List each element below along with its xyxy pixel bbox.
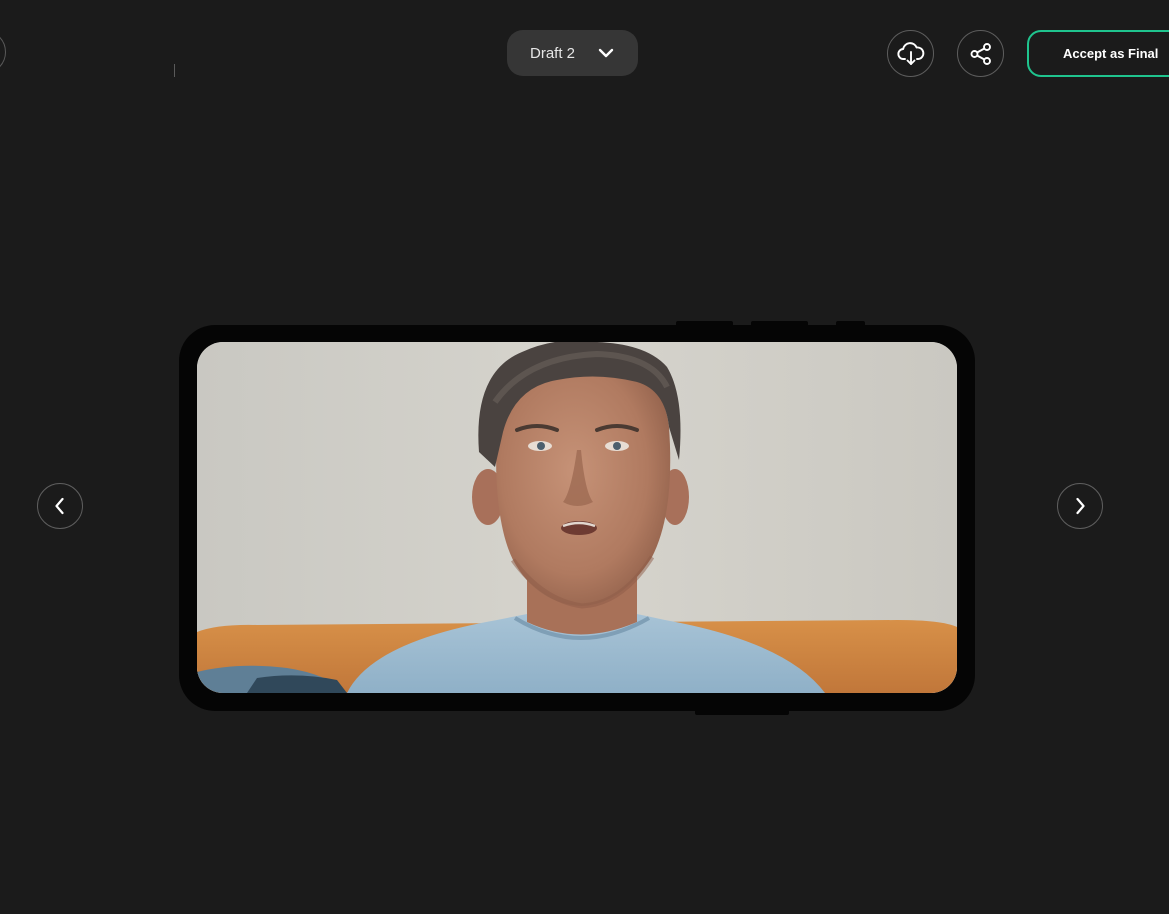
- video-frame-image: [197, 342, 957, 693]
- share-button[interactable]: [957, 30, 1004, 77]
- next-draft-button[interactable]: [1057, 483, 1103, 529]
- accept-as-final-button[interactable]: Accept as Final: [1027, 30, 1169, 77]
- previous-draft-button[interactable]: [37, 483, 83, 529]
- video-preview[interactable]: [197, 342, 957, 693]
- cloud-download-icon: [896, 41, 924, 65]
- share-icon: [970, 42, 991, 65]
- chevron-down-icon: [598, 48, 614, 58]
- draft-selector-label: Draft 2: [530, 44, 576, 62]
- back-button-partial[interactable]: [0, 30, 6, 74]
- draft-review-stage: Draft 2 Accept as Final: [0, 0, 1169, 914]
- download-button[interactable]: [887, 30, 934, 77]
- draft-selector[interactable]: Draft 2: [507, 30, 638, 76]
- chevron-left-icon: [55, 497, 64, 515]
- divider-tick: [174, 64, 175, 77]
- chevron-right-icon: [1076, 497, 1085, 515]
